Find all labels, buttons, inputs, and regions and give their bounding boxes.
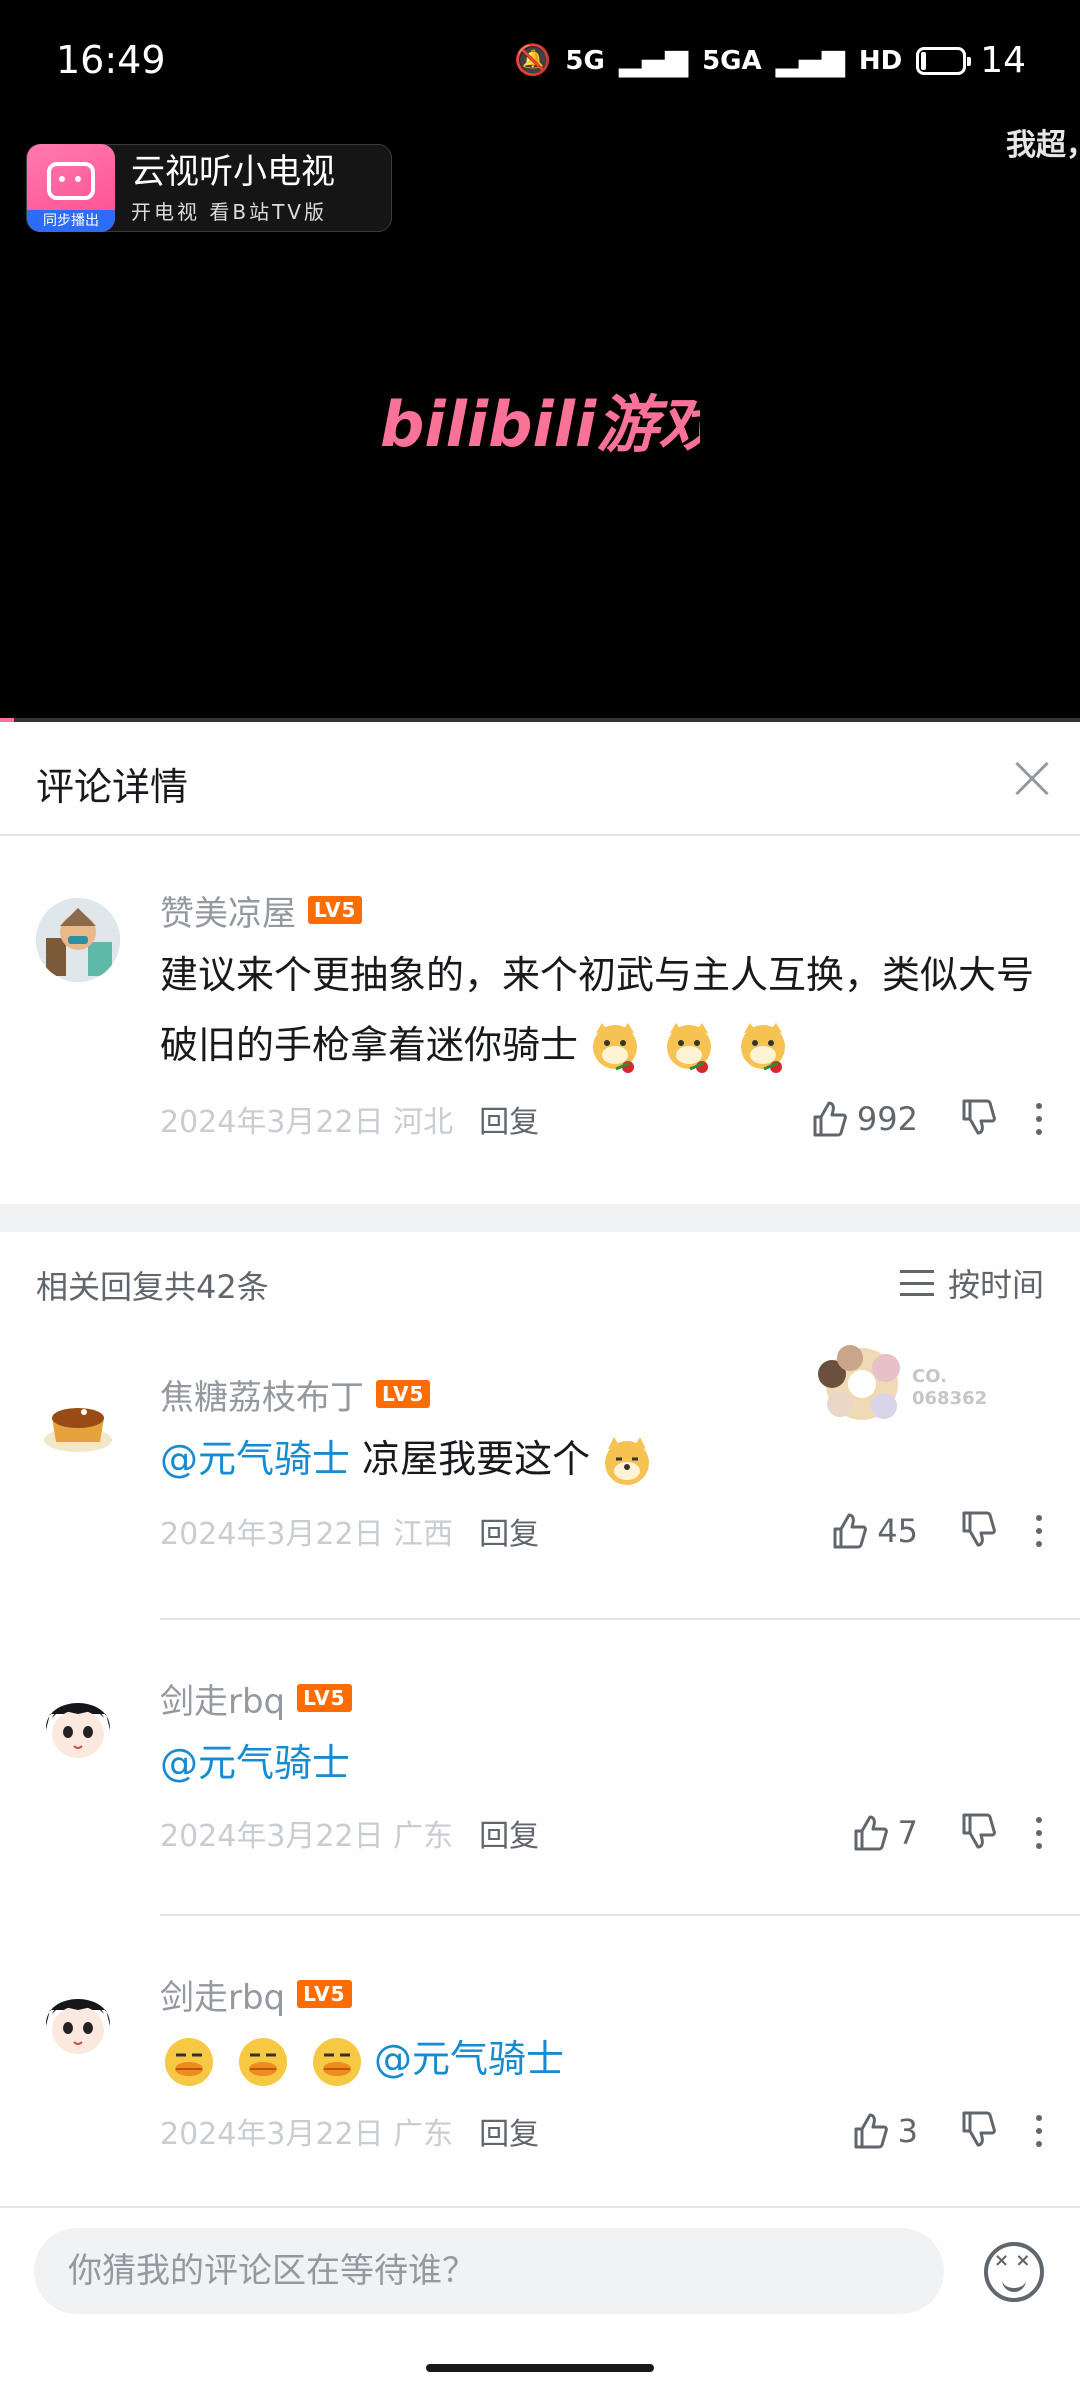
sort-list-icon xyxy=(899,1270,934,1296)
duck-emote xyxy=(308,2033,366,2091)
doge-rose-emote xyxy=(734,1019,792,1077)
thumbs-up-icon xyxy=(813,1101,847,1137)
duck-emote xyxy=(160,2033,218,2091)
battery-level: 14 xyxy=(980,40,1026,81)
level-badge: LV5 xyxy=(297,1980,352,2008)
like-button[interactable]: 45 xyxy=(829,1511,918,1551)
comment-detail-header: 评论详情 xyxy=(0,722,1080,836)
network-5g-label: 5G xyxy=(565,45,605,76)
bilibili-game-logo: bilibili游戏 xyxy=(0,374,1080,478)
section-divider xyxy=(0,1204,1080,1232)
like-count: 45 xyxy=(877,1512,918,1550)
avatar[interactable] xyxy=(36,898,120,982)
avatar[interactable] xyxy=(36,1680,120,1764)
like-button[interactable]: 3 xyxy=(850,2111,918,2151)
more-options-icon[interactable] xyxy=(1034,1813,1044,1853)
dislike-button[interactable] xyxy=(958,2109,998,2153)
thumbs-up-icon xyxy=(854,1815,888,1851)
level-badge: LV5 xyxy=(297,1684,352,1712)
thumbs-down-icon xyxy=(962,1099,996,1135)
replies-header: 相关回复共42条 按时间 xyxy=(0,1232,1080,1332)
sort-button[interactable]: 按时间 xyxy=(899,1260,1044,1306)
like-count: 992 xyxy=(856,1100,918,1138)
reply-button[interactable]: 回复 xyxy=(479,1097,539,1141)
battery-icon xyxy=(916,46,972,75)
like-count: 7 xyxy=(897,1814,918,1852)
reply-body: 凉屋我要这个 xyxy=(362,1437,591,1481)
cast-title: 云视听小电视 xyxy=(131,151,335,192)
username[interactable]: 焦糖荔枝布丁 xyxy=(160,1370,364,1419)
panel-title: 评论详情 xyxy=(36,765,189,809)
row-divider xyxy=(160,1914,1080,1916)
doge-rose-emote xyxy=(660,1019,718,1077)
reply-text: @元气骑士 凉屋我要这个 xyxy=(160,1424,1044,1494)
mention-link[interactable]: @元气骑士 xyxy=(160,1437,350,1481)
like-button[interactable]: 992 xyxy=(809,1099,918,1139)
status-icons: 🔕 5G ▂▄▆ 5GA ▂▄▆ HD 14 xyxy=(514,40,1026,81)
thumbs-down-icon xyxy=(962,1813,996,1849)
mention-link[interactable]: @元气骑士 xyxy=(374,2037,564,2081)
logo-text: bilibili游戏 xyxy=(380,388,700,461)
doge-rose-emote xyxy=(586,1019,644,1077)
duck-emote xyxy=(234,2033,292,2091)
reply-item: 剑走rbq LV5 @元气骑士 2024年3月22日 广东 回复 7 xyxy=(0,1676,1080,1912)
root-comment: 赞美凉屋 LV5 建议来个更抽象的，来个初武与主人互换，类似大号破旧的手枪拿着迷… xyxy=(0,888,1080,1204)
dislike-button[interactable] xyxy=(958,1097,998,1141)
close-icon[interactable] xyxy=(1004,752,1058,806)
home-indicator[interactable] xyxy=(426,2364,654,2372)
thumbs-down-icon xyxy=(962,1511,996,1547)
sort-label: 按时间 xyxy=(947,1266,1044,1304)
thumbs-up-icon xyxy=(854,2113,888,2149)
comment-input[interactable]: 你猜我的评论区在等待谁？ xyxy=(34,2228,944,2314)
like-button[interactable]: 7 xyxy=(850,1813,918,1853)
reply-item: 剑走rbq LV5 @元气骑士 2024年3月22日 广东 回复 3 xyxy=(0,1972,1080,2202)
reply-button[interactable]: 回复 xyxy=(479,1509,539,1553)
avatar[interactable] xyxy=(36,1976,120,2060)
reply-date: 2024年3月22日 江西 xyxy=(160,1517,454,1552)
thumbs-up-icon xyxy=(833,1513,868,1549)
signal-icon-2: ▂▄▆ xyxy=(775,43,845,78)
username[interactable]: 赞美凉屋 xyxy=(160,886,296,935)
tv-cast-banner[interactable]: 同步播出 云视听小电视 开电视 看B站TV版 xyxy=(26,144,392,232)
reply-button[interactable]: 回复 xyxy=(479,1811,539,1855)
comment-date: 2024年3月22日 河北 xyxy=(160,1105,454,1140)
mute-icon: 🔕 xyxy=(514,43,552,78)
cast-subtitle: 开电视 看B站TV版 xyxy=(131,199,327,224)
level-badge: LV5 xyxy=(376,1380,431,1408)
emoji-icon[interactable] xyxy=(984,2242,1044,2302)
doge-emote xyxy=(598,1433,656,1491)
username[interactable]: 剑走rbq xyxy=(160,1970,285,2019)
reply-text: @元气骑士 xyxy=(160,2024,1044,2094)
level-badge: LV5 xyxy=(308,896,363,924)
more-options-icon[interactable] xyxy=(1034,1511,1044,1551)
more-options-icon[interactable] xyxy=(1034,2111,1044,2151)
thumbs-down-icon xyxy=(962,2111,996,2147)
reply-date: 2024年3月22日 广东 xyxy=(160,2117,454,2152)
hd-label: HD xyxy=(858,45,903,76)
more-options-icon[interactable] xyxy=(1034,1099,1044,1139)
cast-badge: 同步播出 xyxy=(27,210,115,232)
status-time: 16:49 xyxy=(56,38,166,82)
network-5ga-label: 5GA xyxy=(702,45,762,76)
like-count: 3 xyxy=(897,2112,918,2150)
video-player[interactable]: 16:49 🔕 5G ▂▄▆ 5GA ▂▄▆ HD 14 我超， 同步播出 云视… xyxy=(0,0,1080,722)
dislike-button[interactable] xyxy=(958,1509,998,1553)
signal-icon: ▂▄▆ xyxy=(618,43,689,78)
reply-button[interactable]: 回复 xyxy=(479,2109,539,2153)
mention-link[interactable]: @元气骑士 xyxy=(160,1741,350,1785)
status-bar: 16:49 🔕 5G ▂▄▆ 5GA ▂▄▆ HD 14 xyxy=(0,0,1080,126)
tv-app-icon: 同步播出 xyxy=(27,144,115,232)
comment-text: 建议来个更抽象的，来个初武与主人互换，类似大号破旧的手枪拿着迷你骑士 xyxy=(160,940,1044,1080)
danmaku-text: 我超， xyxy=(1006,128,1080,163)
comment-input-bar: 你猜我的评论区在等待谁？ xyxy=(0,2206,1080,2336)
row-divider xyxy=(160,1618,1080,1620)
replies-count: 相关回复共42条 xyxy=(36,1268,269,1306)
avatar[interactable] xyxy=(36,1382,120,1466)
reply-item: 焦糖荔枝布丁 LV5 @元气骑士 凉屋我要这个 2024年3月22日 江西 回复… xyxy=(0,1372,1080,1618)
username[interactable]: 剑走rbq xyxy=(160,1674,285,1723)
reply-date: 2024年3月22日 广东 xyxy=(160,1819,454,1854)
dislike-button[interactable] xyxy=(958,1811,998,1855)
reply-text: @元气骑士 xyxy=(160,1728,1044,1798)
